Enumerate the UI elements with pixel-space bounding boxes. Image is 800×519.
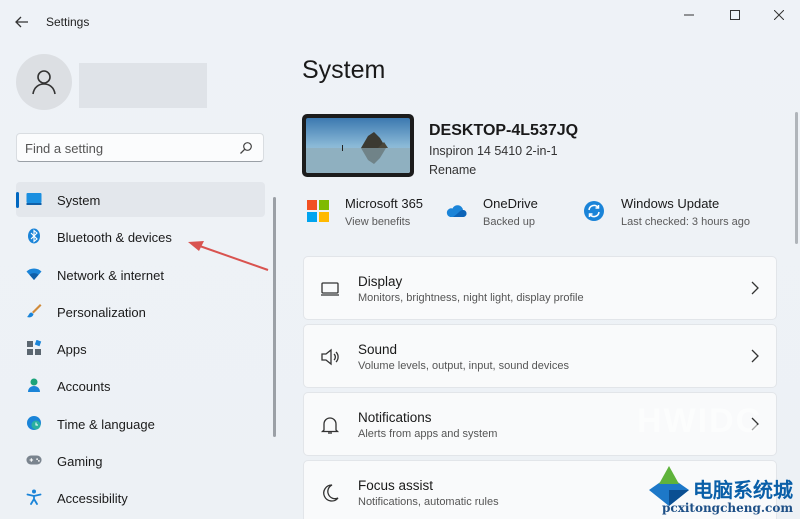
watermark-hwidc: HWIDC: [637, 402, 763, 440]
onedrive-icon: [446, 205, 467, 217]
minimize-button[interactable]: [666, 0, 712, 30]
person-icon: [32, 70, 56, 95]
avatar[interactable]: [16, 54, 72, 110]
system-icon: [26, 191, 42, 207]
rename-link[interactable]: Rename: [429, 163, 476, 177]
accessibility-icon: [26, 489, 42, 506]
person-icon: [26, 377, 42, 393]
maximize-button[interactable]: [712, 0, 758, 30]
microsoft-365-link[interactable]: Microsoft 365 View benefits: [307, 196, 437, 232]
annotation-arrow-icon: [188, 241, 269, 271]
chevron-right-icon: [751, 349, 759, 363]
sidebar-item-label: Time & language: [57, 416, 155, 432]
sidebar-item-label: Gaming: [57, 454, 103, 470]
close-button[interactable]: [756, 0, 800, 30]
sidebar-item-label: Network & internet: [57, 267, 164, 283]
quick-subtitle: Last checked: 3 hours ago: [621, 216, 751, 228]
chevron-right-icon: [751, 281, 759, 295]
apps-icon: [26, 340, 42, 356]
profile-name-redacted: [79, 63, 207, 108]
sidebar-item-accounts[interactable]: Accounts: [16, 368, 265, 403]
windows-update-link[interactable]: Windows Update Last checked: 3 hours ago: [583, 196, 773, 232]
card-title: Display: [358, 274, 403, 289]
title-bar: Settings: [0, 0, 800, 44]
watermark-site-name: 电脑系统城: [693, 478, 793, 502]
back-button[interactable]: [8, 8, 36, 36]
maximize-icon: [730, 10, 740, 20]
watermark-url: pcxitongcheng.com: [662, 501, 794, 515]
brush-icon: [26, 303, 42, 319]
active-indicator: [16, 192, 19, 208]
bluetooth-icon: [26, 228, 42, 244]
wallpaper-image: [306, 118, 410, 173]
card-subtitle: Notifications, automatic rules: [358, 496, 499, 508]
sidebar-item-gaming[interactable]: Gaming: [16, 443, 265, 478]
page-title: System: [302, 56, 386, 84]
globe-clock-icon: [26, 415, 42, 431]
sound-card[interactable]: Sound Volume levels, output, input, soun…: [303, 324, 777, 388]
sidebar-item-label: System: [57, 193, 101, 208]
quick-title: OneDrive: [483, 196, 538, 211]
close-icon: [774, 10, 784, 20]
sidebar-item-label: Apps: [57, 342, 87, 358]
sidebar-item-label: Accounts: [57, 379, 111, 395]
sidebar-item-system[interactable]: System: [16, 182, 265, 217]
back-arrow-icon: [15, 16, 28, 28]
search-icon[interactable]: [239, 141, 253, 155]
settings-window: Settings System: [0, 0, 800, 519]
bell-icon: [320, 417, 340, 434]
sidebar-item-accessibility[interactable]: Accessibility: [16, 480, 265, 515]
sidebar-item-apps[interactable]: Apps: [16, 331, 265, 366]
quick-title: Microsoft 365: [345, 196, 424, 211]
app-title: Settings: [46, 15, 90, 29]
device-model: Inspiron 14 5410 2-in-1: [429, 144, 558, 158]
windows-update-icon: [584, 201, 604, 221]
display-icon: [321, 282, 339, 296]
card-title: Notifications: [358, 410, 432, 425]
card-title: Focus assist: [358, 478, 434, 493]
sidebar-item-label: Bluetooth & devices: [57, 230, 172, 246]
gamepad-icon: [26, 452, 42, 468]
onedrive-link[interactable]: OneDrive Backed up: [445, 196, 565, 232]
sidebar-item-time-language[interactable]: Time & language: [16, 406, 265, 441]
search-input[interactable]: [25, 138, 225, 158]
minimize-icon: [684, 14, 694, 16]
sidebar-item-label: Personalization: [57, 304, 146, 320]
card-subtitle: Volume levels, output, input, sound devi…: [358, 360, 569, 372]
quick-subtitle: View benefits: [345, 216, 411, 228]
wifi-icon: [26, 266, 42, 282]
microsoft-365-icon: [307, 200, 329, 222]
device-name: DESKTOP-4L537JQ: [429, 122, 579, 139]
card-title: Sound: [358, 342, 398, 357]
quick-title: Windows Update: [621, 196, 720, 211]
sidebar-item-label: Accessibility: [57, 491, 128, 507]
search-box[interactable]: [16, 133, 264, 162]
sidebar-item-personalization[interactable]: Personalization: [16, 294, 265, 329]
moon-icon: [323, 484, 339, 502]
quick-subtitle: Backed up: [483, 216, 535, 228]
card-subtitle: Alerts from apps and system: [358, 428, 498, 440]
device-thumbnail: [302, 114, 414, 177]
speaker-icon: [321, 348, 339, 366]
display-card[interactable]: Display Monitors, brightness, night ligh…: [303, 256, 777, 320]
card-subtitle: Monitors, brightness, night light, displ…: [358, 292, 584, 304]
main-scrollbar[interactable]: [795, 112, 798, 244]
